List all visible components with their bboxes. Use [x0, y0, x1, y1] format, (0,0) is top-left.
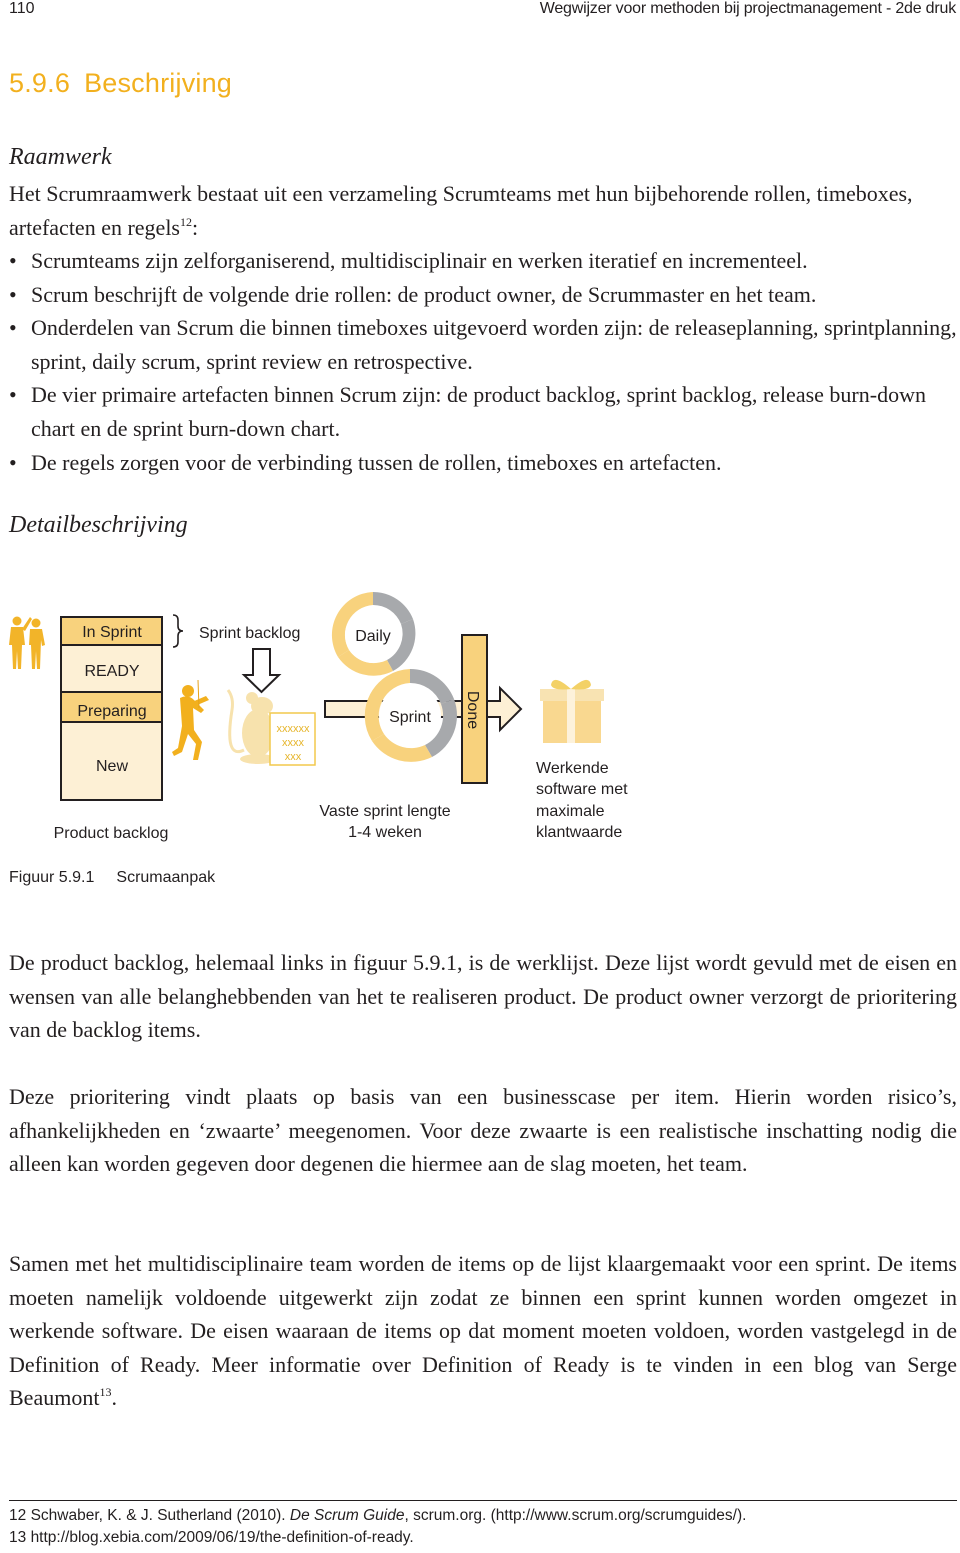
footnote-13: 13 http://blog.xebia.com/2009/06/19/the-…	[9, 1527, 746, 1549]
footnote-text: Schwaber, K. & J. Sutherland (2010).	[30, 1507, 290, 1524]
footnote-ref-13[interactable]: 13	[99, 1385, 111, 1399]
result-line: maximale	[536, 803, 605, 820]
sprint-backlog-brace	[172, 614, 184, 648]
backlog-label-new: New	[96, 758, 128, 775]
sprint-label: Sprint	[389, 709, 431, 726]
violinist-icon	[172, 679, 209, 760]
done-label: Done	[464, 691, 481, 729]
result-line: software met	[536, 781, 628, 798]
raamwerk-heading: Raamwerk	[9, 144, 112, 170]
backlog-label-ready: READY	[84, 663, 139, 680]
footnote-link[interactable]: , scrum.org. (http://www.scrum.org/scrum…	[404, 1507, 746, 1524]
bullet-item: Scrumteams zijn zelforganiserend, multid…	[9, 244, 957, 278]
intro-text: Het Scrumraamwerk bestaat uit een verzam…	[9, 181, 913, 240]
bullet-item: Scrum beschrijft de volgende drie rollen…	[9, 278, 957, 312]
footnote-title: De Scrum Guide	[289, 1507, 405, 1524]
backlog-label-preparing: Preparing	[77, 703, 146, 720]
footnote-divider	[9, 1500, 957, 1501]
paragraph-suffix: .	[111, 1385, 117, 1411]
intro-paragraph: Het Scrumraamwerk bestaat uit een verzam…	[9, 177, 957, 244]
bullet-item: De regels zorgen voor de verbinding tuss…	[9, 446, 957, 480]
footnote-12: 12 Schwaber, K. & J. Sutherland (2010). …	[9, 1505, 746, 1527]
intro-suffix: :	[192, 214, 199, 240]
footnote-ref-12[interactable]: 12	[180, 215, 192, 229]
footnotes: 12 Schwaber, K. & J. Sutherland (2010). …	[9, 1505, 746, 1548]
figure-caption: Figuur 5.9.1 Scrumaanpak	[9, 869, 215, 887]
figure-caption-title: Scrumaanpak	[116, 869, 216, 886]
task-card-line: xxx	[285, 751, 302, 763]
sprint-length-line: Vaste sprint lengte	[319, 803, 450, 820]
page-number: 110	[9, 0, 35, 17]
paragraph: Samen met het multidisciplinaire team wo…	[9, 1247, 957, 1415]
bullet-item: De vier primaire artefacten binnen Scrum…	[9, 378, 957, 445]
backlog-label-in-sprint: In Sprint	[82, 624, 142, 641]
section-number: 5.9.6	[9, 68, 71, 98]
sprint-backlog-label: Sprint backlog	[199, 625, 300, 642]
footnote-number: 12	[9, 1507, 27, 1524]
section-title: 5.9.6 Beschrijving	[9, 68, 232, 99]
paragraph: Deze prioritering vindt plaats op basis …	[9, 1084, 957, 1177]
rat-icon	[226, 689, 276, 764]
sprint-length-line: 1-4 weken	[348, 824, 422, 841]
paragraph: De product backlog, helemaal links in fi…	[9, 950, 957, 1043]
task-card-line: xxxxxx	[277, 723, 311, 735]
product-backlog-label: Product backlog	[54, 825, 169, 842]
result-line: klantwaarde	[536, 824, 622, 841]
footnote-number: 13	[9, 1528, 27, 1546]
team-silhouette-icon	[9, 616, 45, 669]
bullet-item: Onderdelen van Scrum die binnen timeboxe…	[9, 311, 957, 378]
section-title-text: Beschrijving	[84, 68, 233, 98]
scrum-diagram: In Sprint READY Preparing New Product ba…	[9, 591, 628, 842]
footnote-link[interactable]: http://blog.xebia.com/2009/06/19/the-def…	[31, 1529, 414, 1546]
daily-label: Daily	[355, 628, 391, 645]
task-card-line: xxxx	[282, 737, 305, 749]
gift-box-icon	[540, 679, 604, 743]
result-line: Werkende	[536, 760, 609, 777]
down-arrow-icon	[241, 648, 282, 694]
paragraph-text: Samen met het multidisciplinaire team wo…	[9, 1251, 957, 1411]
running-head: Wegwijzer voor methoden bij projectmanag…	[539, 0, 956, 17]
figure-caption-label: Figuur 5.9.1	[9, 869, 95, 886]
raamwerk-bullet-list: Scrumteams zijn zelforganiserend, multid…	[9, 244, 957, 479]
detail-heading: Detailbeschrijving	[9, 512, 188, 538]
